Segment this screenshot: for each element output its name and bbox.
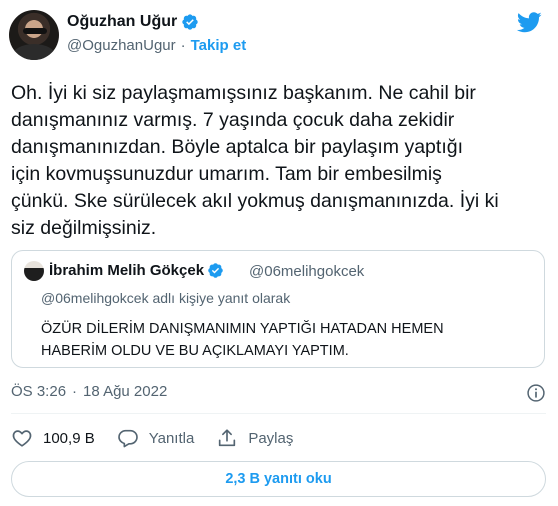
- tweet-time[interactable]: ÖS 3:26: [11, 383, 66, 400]
- heart-icon: [12, 430, 32, 447]
- reply-label: Yanıtla: [148, 429, 195, 447]
- author-avatar[interactable]: [9, 10, 59, 60]
- twitter-bird-icon[interactable]: [517, 12, 542, 33]
- author-handle[interactable]: @OguzhanUgur: [67, 37, 176, 54]
- quoted-name: İbrahim Melih Gökçek: [49, 262, 205, 279]
- reply-button[interactable]: Yanıtla: [117, 427, 195, 449]
- read-replies-button[interactable]: 2,3 B yanıtı oku: [11, 461, 546, 497]
- author-name-row[interactable]: Oğuzhan Uğur: [67, 13, 199, 31]
- quoted-handle: @06melihgokcek: [249, 263, 365, 280]
- tweet-text: Oh. İyi ki siz paylaşmamışsınız başkanım…: [11, 82, 499, 239]
- follow-button[interactable]: Takip et: [191, 37, 247, 54]
- share-icon: [219, 429, 236, 447]
- info-icon[interactable]: [526, 383, 546, 403]
- share-label: Paylaş: [248, 429, 294, 447]
- quoted-tweet[interactable]: İbrahim Melih Gökçek @06melihgokcek @06m…: [11, 250, 545, 368]
- quoted-avatar: [24, 261, 44, 281]
- author-name[interactable]: Oğuzhan Uğur: [67, 13, 177, 31]
- avatar-glasses: [23, 28, 47, 34]
- separator-dot: ·: [72, 383, 78, 400]
- share-button[interactable]: Paylaş: [216, 427, 293, 449]
- quoted-text: ÖZÜR DİLERİM DANIŞMANIMIN YAPTIĞI HATADA…: [41, 321, 444, 359]
- separator-dot: ·: [180, 37, 186, 54]
- tweet-date[interactable]: 18 Ağu 2022: [83, 383, 167, 400]
- avatar-shoulders: [13, 44, 55, 60]
- comment-icon: [117, 429, 138, 448]
- verified-badge-icon: [182, 14, 198, 30]
- quoted-name-row: İbrahim Melih Gökçek: [49, 262, 224, 279]
- like-button[interactable]: 100,9 B: [11, 427, 95, 449]
- divider: [11, 413, 546, 414]
- like-count: 100,9 B: [43, 429, 95, 447]
- reply-context: @06melihgokcek adlı kişiye yanıt olarak: [41, 290, 291, 306]
- tweet-timestamp[interactable]: ÖS 3:26 · 18 Ağu 2022: [11, 383, 167, 400]
- author-subline: @OguzhanUgur · Takip et: [67, 37, 246, 54]
- verified-badge-icon: [208, 263, 223, 278]
- tweet-actions: 100,9 B Yanıtla Paylaş: [11, 425, 315, 451]
